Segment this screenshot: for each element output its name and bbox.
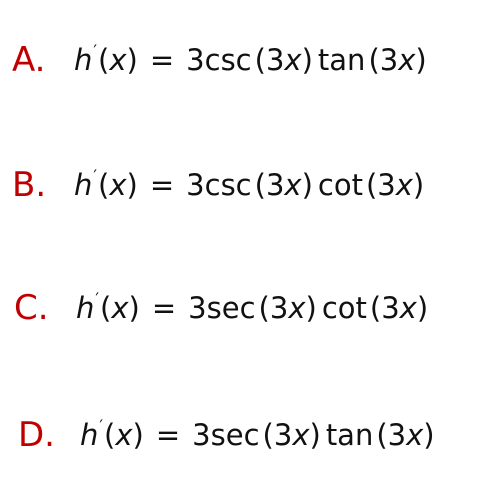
option-expression: h ′(x) = 3 csc(3 x) cot(3 x): [74, 165, 425, 202]
argument-variable: x: [399, 290, 417, 325]
coefficient: 3: [188, 290, 207, 325]
variable: x: [115, 417, 133, 452]
prime-mark: ′: [99, 415, 104, 435]
argument-coefficient: 3: [265, 167, 285, 202]
coefficient: 3: [186, 167, 205, 202]
paren-open: (: [369, 290, 382, 325]
option-c[interactable]: C. h ′(x) = 3 sec(3 x) cot(3 x): [0, 278, 500, 338]
paren-close: ): [415, 42, 427, 77]
paren-close: ): [301, 167, 313, 202]
argument-variable: x: [284, 167, 302, 202]
prime-mark: ′: [93, 165, 98, 185]
trig-function-1: sec: [210, 417, 260, 452]
option-expression: h ′(x) = 3 sec(3 x) tan(3 x): [80, 415, 435, 452]
paren-close: ): [126, 167, 138, 202]
coefficient: 3: [186, 42, 205, 77]
coefficient: 3: [192, 417, 211, 452]
paren-open: (: [368, 42, 380, 77]
trig-function-1: csc: [204, 42, 252, 77]
function-name: h: [80, 417, 99, 452]
option-b[interactable]: B. h ′(x) = 3 csc(3 x) cot(3 x): [0, 155, 500, 215]
argument-variable: x: [284, 42, 302, 77]
option-d[interactable]: D. h ′(x) = 3 sec(3 x) tan(3 x): [0, 405, 500, 465]
option-letter: C.: [14, 288, 49, 328]
paren-open: (: [258, 290, 270, 325]
option-letter: D.: [18, 415, 55, 455]
variable: x: [109, 167, 127, 202]
trig-function-2: tan: [325, 417, 374, 452]
equals-sign: =: [149, 42, 175, 77]
argument-variable: x: [292, 417, 310, 452]
option-expression: h ′(x) = 3 csc(3 x) tan(3 x): [74, 40, 427, 77]
argument-variable: x: [395, 167, 413, 202]
option-letter: A.: [12, 40, 46, 80]
function-name: h: [74, 167, 93, 202]
paren-open: (: [98, 167, 110, 202]
paren-close: ): [132, 417, 144, 452]
answer-options: A. h ′(x) = 3 csc(3 x) tan(3 x) B. h ′(x) = 3 csc(3…: [0, 0, 500, 500]
variable: x: [109, 42, 127, 77]
paren-open: (: [98, 42, 110, 77]
trig-function-2: tan: [317, 42, 366, 77]
prime-mark: ′: [95, 288, 100, 308]
argument-coefficient: 3: [379, 42, 399, 77]
paren-close: ): [412, 167, 425, 202]
paren-open: (: [100, 290, 112, 325]
argument-variable: x: [398, 42, 416, 77]
argument-coefficient: 3: [265, 42, 285, 77]
function-name: h: [76, 290, 95, 325]
argument-coefficient: 3: [381, 290, 400, 325]
option-a[interactable]: A. h ′(x) = 3 csc(3 x) tan(3 x): [0, 30, 500, 90]
argument-coefficient: 3: [269, 290, 289, 325]
option-letter: B.: [12, 165, 47, 205]
argument-coefficient: 3: [273, 417, 293, 452]
argument-variable: x: [288, 290, 306, 325]
equals-sign: =: [155, 417, 181, 452]
option-expression: h ′(x) = 3 sec(3 x) cot(3 x): [76, 288, 429, 325]
paren-open: (: [254, 167, 266, 202]
paren-open: (: [254, 42, 266, 77]
paren-close: ): [423, 417, 435, 452]
paren-open: (: [365, 167, 378, 202]
trig-function-1: csc: [204, 167, 252, 202]
paren-open: (: [262, 417, 274, 452]
function-name: h: [74, 42, 93, 77]
paren-close: ): [305, 290, 317, 325]
paren-close: ): [416, 290, 429, 325]
paren-close: ): [301, 42, 313, 77]
variable: x: [111, 290, 129, 325]
paren-open: (: [104, 417, 116, 452]
argument-variable: x: [406, 417, 424, 452]
paren-open: (: [376, 417, 388, 452]
paren-close: ): [126, 42, 138, 77]
trig-function-1: sec: [206, 290, 256, 325]
equals-sign: =: [149, 167, 175, 202]
argument-coefficient: 3: [377, 167, 396, 202]
paren-close: ): [309, 417, 321, 452]
equals-sign: =: [151, 290, 177, 325]
paren-close: ): [128, 290, 140, 325]
trig-function-2: cot: [321, 290, 367, 325]
argument-coefficient: 3: [387, 417, 407, 452]
trig-function-2: cot: [317, 167, 363, 202]
prime-mark: ′: [93, 40, 98, 60]
